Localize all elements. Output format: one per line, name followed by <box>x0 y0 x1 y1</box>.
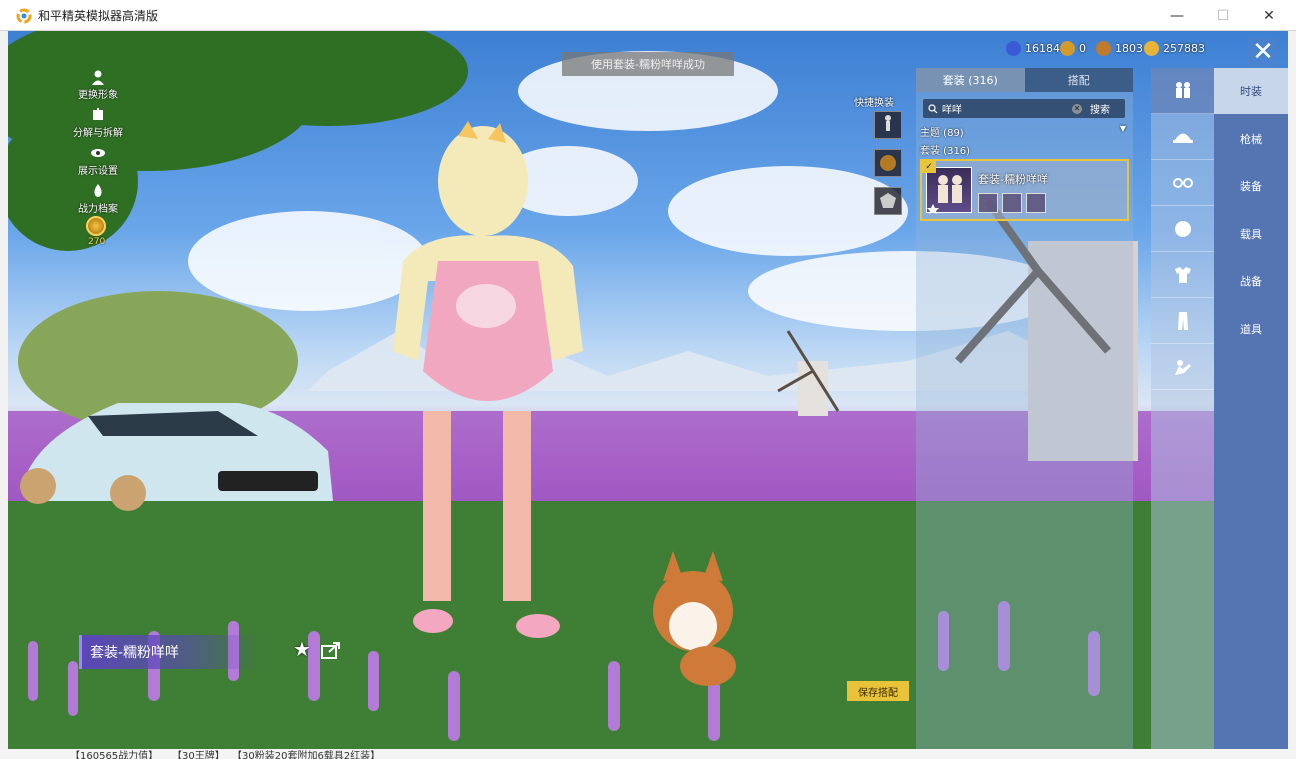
eye-icon <box>91 149 105 157</box>
search-button[interactable]: 搜索 <box>1090 101 1110 116</box>
search-icon <box>928 103 938 113</box>
window-titlebar: 和平精英模拟器高清版 — ☐ ✕ <box>0 0 1296 31</box>
coin-icon <box>1096 41 1111 56</box>
background-text: 【160565战力值】 <box>70 751 159 759</box>
currency-1: 16184 <box>1006 41 1060 56</box>
maximize-button[interactable]: ☐ <box>1200 0 1246 31</box>
power-archive-button[interactable]: 战力档案 <box>68 183 128 215</box>
change-appearance-button[interactable]: 更换形象 <box>68 69 128 101</box>
part-top-icon <box>978 193 998 213</box>
rail-pants[interactable] <box>1151 298 1214 344</box>
part-head-icon <box>1026 193 1046 213</box>
person-icon <box>92 70 104 85</box>
display-settings-button[interactable]: 展示设置 <box>68 145 128 177</box>
suit-card[interactable]: ✓ 套装-糯粉咩咩 <box>920 159 1129 221</box>
search-box: ✕ 搜索 <box>923 99 1125 118</box>
outfit-panel: 套装 (316) 搭配 ✕ 搜索 主题 (89) ▼ 套装 (316) ✓ 套装… <box>916 68 1133 749</box>
currency-2: 0 <box>1060 41 1086 56</box>
rail-face[interactable] <box>1151 206 1214 252</box>
window-title: 和平精英模拟器高清版 <box>38 9 159 23</box>
rail-top[interactable] <box>1151 252 1214 298</box>
figure-icon <box>885 115 891 131</box>
emblem-icon <box>880 193 896 208</box>
suit-thumbnail <box>926 167 972 214</box>
theme-filter[interactable]: 主题 (89) ▼ <box>920 124 1126 139</box>
panel-tabs: 套装 (316) 搭配 <box>916 68 1133 92</box>
search-input[interactable] <box>942 103 1072 114</box>
selected-check-icon: ✓ <box>922 161 936 173</box>
currency-value: 0 <box>1079 42 1086 55</box>
background-text: 【30王牌】 <box>172 751 225 759</box>
background-window-right-edge <box>1288 31 1296 759</box>
badge-icon <box>880 155 896 171</box>
nav-fashion[interactable]: 时装 <box>1214 68 1288 114</box>
close-window-button[interactable]: ✕ <box>1246 0 1292 31</box>
rail-hat[interactable] <box>1151 114 1214 160</box>
currency-value: 1803 <box>1115 42 1143 55</box>
face-icon <box>1174 220 1191 237</box>
share-icon[interactable] <box>320 640 342 660</box>
top-icon <box>1174 266 1191 283</box>
close-panel-button[interactable]: ✕ <box>1248 37 1278 67</box>
nav-combat-prep[interactable]: 战备 <box>1214 258 1288 304</box>
quick-swap-slot[interactable] <box>874 111 902 139</box>
change-appearance-label: 更换形象 <box>78 90 118 101</box>
background-window-left-edge <box>0 31 8 759</box>
quick-swap-slot[interactable] <box>874 149 902 177</box>
suit-card-name: 套装-糯粉咩咩 <box>978 173 1048 186</box>
suit-count: 套装 (316) <box>920 146 971 157</box>
emote-icon <box>1174 359 1191 375</box>
flame-icon <box>94 184 102 197</box>
rail-emote[interactable] <box>1151 344 1214 390</box>
theme-label: 主题 (89) <box>920 128 964 139</box>
save-outfit-button[interactable]: 保存搭配 <box>847 681 909 701</box>
currency-value: 257883 <box>1163 42 1205 55</box>
nav-equipment[interactable]: 装备 <box>1214 163 1288 209</box>
background-text: 【30粉装20套附加6载具2红装】 <box>232 751 381 759</box>
game-viewport: 更换形象 分解与拆解 展示设置 战力档案 270 使用套装-糯粉咩咩成功 161… <box>8 31 1288 749</box>
outfit-figures-icon <box>927 175 962 214</box>
part-accessory-icon <box>1002 193 1022 213</box>
outfit-icon <box>1175 81 1190 98</box>
quick-swap-label: 快捷换装 <box>854 98 894 109</box>
puzzle-icon <box>93 108 103 120</box>
rail-glasses[interactable] <box>1151 160 1214 206</box>
level-value: 270 <box>88 237 106 247</box>
background-window-bottom: 【160565战力值】 【30王牌】 【30粉装20套附加6载具2红装】 <box>0 749 1296 759</box>
minimize-button[interactable]: — <box>1154 0 1200 31</box>
level-badge[interactable] <box>86 216 106 236</box>
coin-icon <box>1060 41 1075 56</box>
tab-suits[interactable]: 套装 (316) <box>916 68 1025 92</box>
main-category-nav: 时装 枪械 装备 载具 战备 道具 <box>1214 68 1288 749</box>
favorite-star-icon[interactable]: ★ <box>293 638 315 660</box>
tab-combos[interactable]: 搭配 <box>1025 68 1134 92</box>
nav-items[interactable]: 道具 <box>1214 306 1288 352</box>
coin-icon <box>1006 41 1021 56</box>
nav-vehicles[interactable]: 载具 <box>1214 211 1288 257</box>
app-icon <box>16 8 32 24</box>
hat-icon <box>1172 133 1193 143</box>
currency-4: 257883 <box>1144 41 1205 56</box>
chevron-down-icon: ▼ <box>1119 124 1126 133</box>
coin-icon <box>1144 41 1159 56</box>
decompose-label: 分解与拆解 <box>73 128 123 139</box>
clear-search-icon[interactable]: ✕ <box>1072 103 1082 114</box>
current-suit-title: 套装-糯粉咩咩 <box>79 635 259 669</box>
power-archive-label: 战力档案 <box>78 204 118 215</box>
glasses-icon <box>1172 177 1193 188</box>
display-settings-label: 展示设置 <box>78 166 118 177</box>
category-rail <box>1151 68 1214 749</box>
currency-value: 16184 <box>1025 42 1060 55</box>
quick-swap-slot[interactable] <box>874 187 902 215</box>
decompose-button[interactable]: 分解与拆解 <box>68 107 128 139</box>
pants-icon <box>1177 311 1188 330</box>
rail-outfit[interactable] <box>1151 68 1214 114</box>
success-toast: 使用套装-糯粉咩咩成功 <box>562 52 734 76</box>
currency-3: 1803 <box>1096 41 1143 56</box>
nav-weapons[interactable]: 枪械 <box>1214 116 1288 162</box>
